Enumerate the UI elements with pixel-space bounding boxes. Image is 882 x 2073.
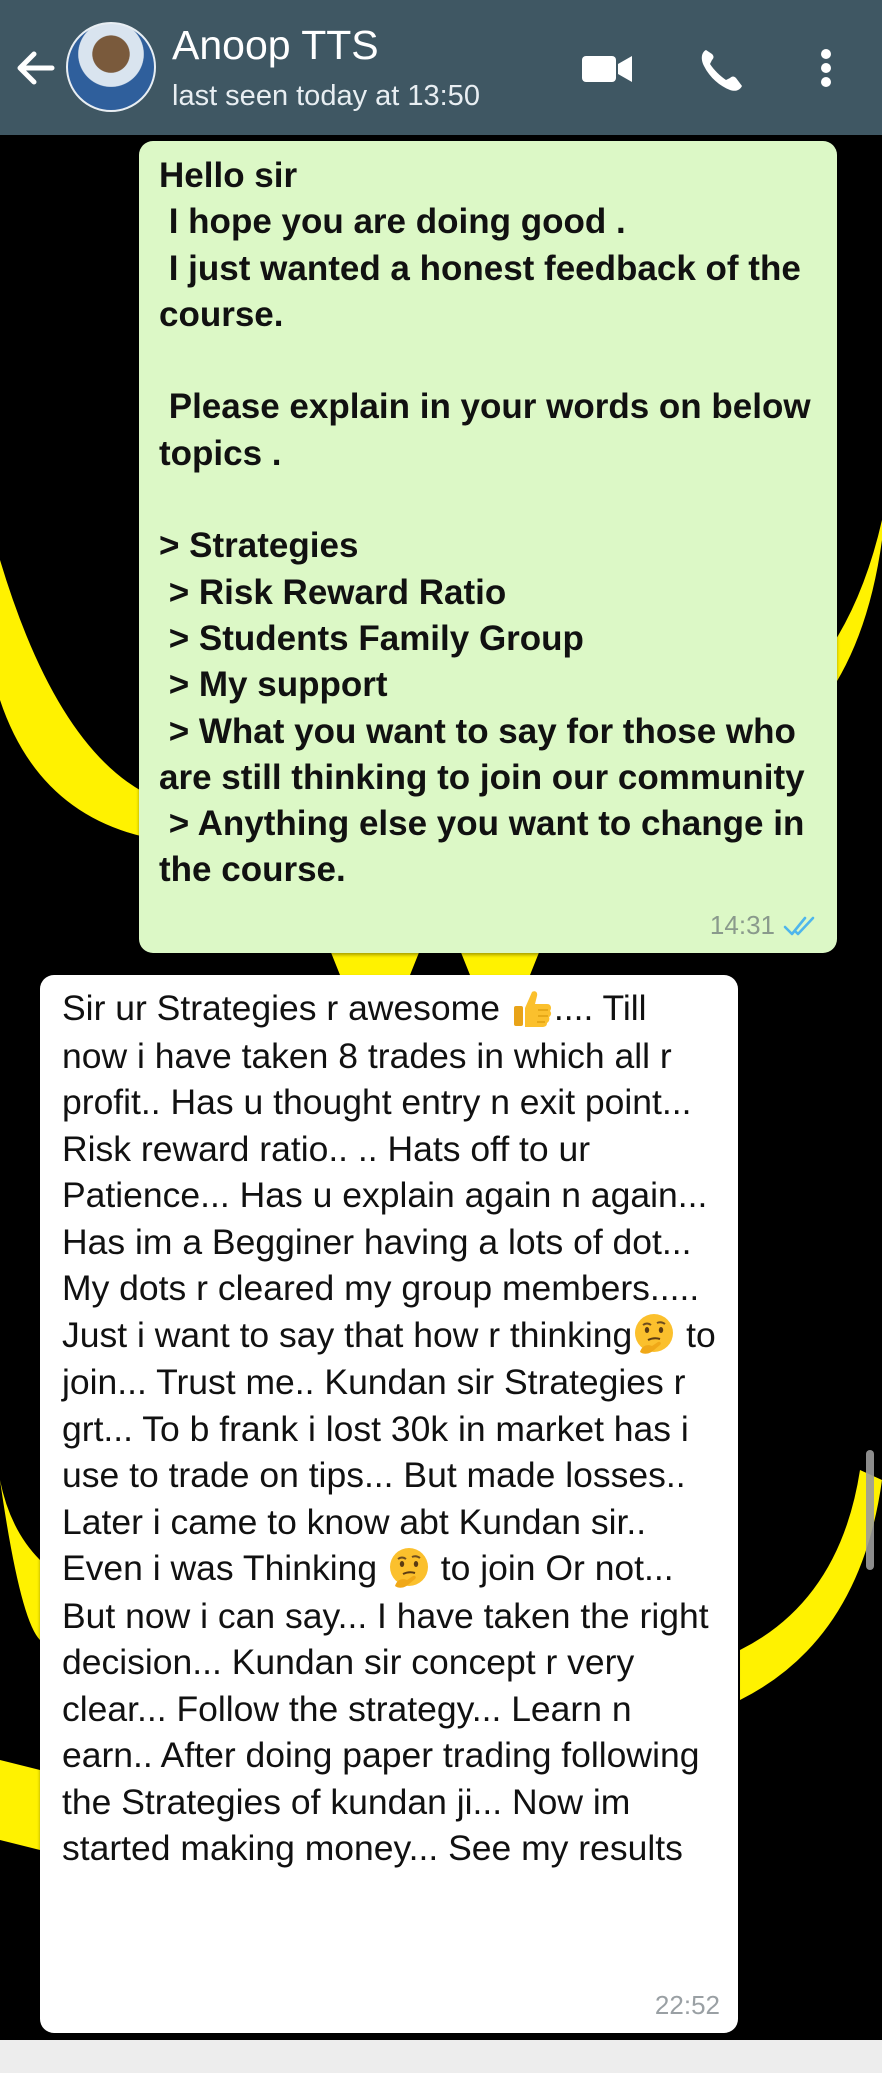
message-text-part: Sir ur Strategies r awesome [62,988,510,1028]
message-time: 14:31 [709,910,775,940]
message-time: 22:52 [654,1990,720,2020]
thumbs-up-emoji [513,990,551,1027]
more-vertical-icon[interactable] [794,38,858,98]
arrow-left-icon[interactable] [12,38,60,98]
thinking-face-emoji [389,1547,428,1588]
message-text: Sir ur Strategies r awesome .... Till no… [62,985,716,1872]
contact-name[interactable]: Anoop TTS [172,22,379,69]
video-call-icon[interactable] [576,38,640,98]
message-text: Hello sir I hope you are doing good . I … [159,156,811,890]
last-seen-status: last seen today at 13:50 [172,80,480,112]
thinking-face-emoji [635,1314,674,1354]
chat-scrollbar[interactable] [866,1450,874,1570]
message-meta: 22:52 [655,1990,720,2021]
phone-icon[interactable] [690,38,754,98]
contact-avatar[interactable] [66,22,156,112]
read-receipt-icon [783,916,815,935]
incoming-message-bubble[interactable]: Sir ur Strategies r awesome .... Till no… [40,975,738,2033]
message-meta: 14:31 [710,910,819,941]
outgoing-message-bubble[interactable]: Hello sir I hope you are doing good . I … [139,141,837,953]
composer-area [0,2040,882,2073]
message-text-part: to join Or not... But now i can say... I… [62,1548,719,1869]
message-text-part: .... Till now i have taken 8 trades in w… [62,988,718,1355]
chat-header: Anoop TTS last seen today at 13:50 [0,0,882,135]
